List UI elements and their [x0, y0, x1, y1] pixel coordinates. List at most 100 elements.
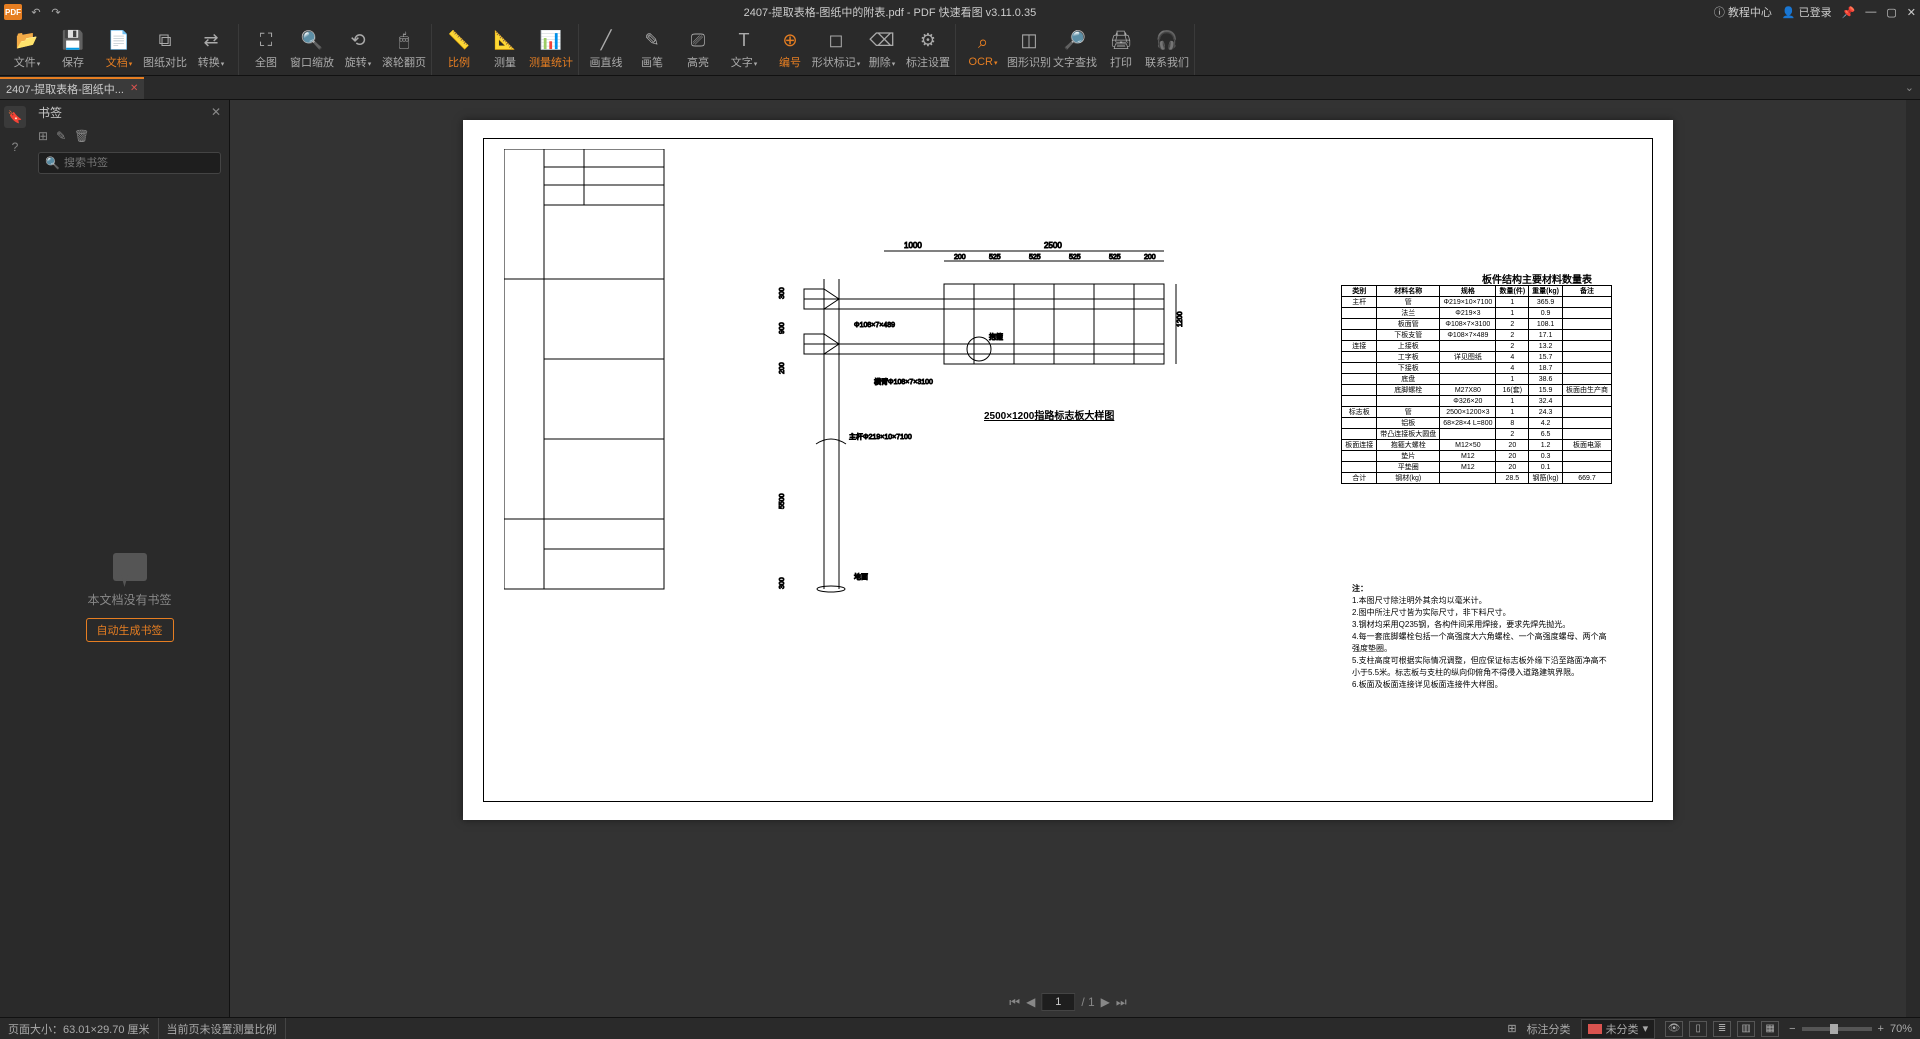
- svg-text:900: 900: [779, 322, 786, 334]
- doc-button[interactable]: 📄文档▾: [96, 24, 142, 75]
- drawing-title: 2500×1200指路标志板大样图: [984, 407, 1114, 422]
- graphic-rec-button[interactable]: ◫图形识别: [1006, 24, 1052, 75]
- svg-text:1200: 1200: [1177, 311, 1184, 327]
- bookmark-empty-icon: [113, 553, 147, 581]
- bookmark-panel-icon[interactable]: 🔖: [4, 106, 26, 128]
- svg-text:2500: 2500: [1044, 241, 1062, 250]
- main-toolbar: 📂文件▾ 💾保存 📄文档▾ ⧉图纸对比 ⇄转换▾ ⛶全图 🔍窗口缩放 ⟲旋转▾ …: [0, 24, 1920, 76]
- svg-text:200: 200: [1144, 254, 1156, 261]
- window-title: 2407-提取表格-图纸中的附表.pdf - PDF 快速看图 v3.11.0.…: [66, 4, 1714, 20]
- app-logo: PDF: [4, 4, 22, 20]
- svg-text:Φ108×7×489: Φ108×7×489: [854, 322, 895, 329]
- view-mode-continuous-icon[interactable]: ≣: [1713, 1021, 1731, 1037]
- bookmark-search-input[interactable]: [64, 157, 214, 169]
- file-button[interactable]: 📂文件▾: [4, 24, 50, 75]
- edit-bookmark-icon[interactable]: ✎: [56, 129, 66, 143]
- tab-close-icon[interactable]: ✕: [130, 83, 138, 94]
- view-mode-grid-icon[interactable]: ▦: [1761, 1021, 1779, 1037]
- page-total: / 1: [1081, 995, 1094, 1009]
- mark-class-label: 标注分类: [1527, 1021, 1571, 1037]
- help-panel-icon[interactable]: ?: [4, 136, 26, 158]
- pdf-viewer[interactable]: 1000 2500 200 525 525 525 525 200 1200 3…: [230, 100, 1906, 1017]
- fullscreen-button[interactable]: ⛶全图: [243, 24, 289, 75]
- close-icon[interactable]: ✕: [1907, 6, 1916, 19]
- svg-text:525: 525: [1029, 254, 1041, 261]
- scale-button[interactable]: 📏比例: [436, 24, 482, 75]
- convert-button[interactable]: ⇄转换▾: [188, 24, 234, 75]
- last-page-icon[interactable]: ⏭: [1116, 995, 1127, 1010]
- main-area: 🔖 ? 书签 ✕ ⊞ ✎ 🗑 🔍 本文档没有书签 自动生成书签: [0, 100, 1920, 1017]
- compare-button[interactable]: ⧉图纸对比: [142, 24, 188, 75]
- pin-icon[interactable]: 📌: [1842, 6, 1856, 19]
- document-tab[interactable]: 2407-提取表格-图纸中... ✕: [0, 77, 144, 99]
- next-page-icon[interactable]: ▶: [1101, 995, 1110, 1009]
- window-zoom-button[interactable]: 🔍窗口缩放: [289, 24, 335, 75]
- class-selector[interactable]: 未分类 ▾: [1581, 1019, 1656, 1039]
- svg-text:525: 525: [989, 254, 1001, 261]
- pen-button[interactable]: ✎画笔: [629, 24, 675, 75]
- svg-text:525: 525: [1069, 254, 1081, 261]
- search-icon: 🔍: [45, 156, 60, 170]
- svg-text:525: 525: [1109, 254, 1121, 261]
- number-button[interactable]: ⊕编号: [767, 24, 813, 75]
- delete-button[interactable]: ⌫删除▾: [859, 24, 905, 75]
- material-table: 类别材料名称规格数量(件)重量(kg)备注 主杆管Φ219×10×7100136…: [1341, 285, 1612, 484]
- svg-text:1000: 1000: [904, 241, 922, 250]
- save-button[interactable]: 💾保存: [50, 24, 96, 75]
- text-search-button[interactable]: 🔎文字查找: [1052, 24, 1098, 75]
- page-size-label: 页面大小：63.01×29.70 厘米: [0, 1018, 159, 1039]
- rotate-button[interactable]: ⟲旋转▾: [335, 24, 381, 75]
- mark-class-icon[interactable]: ⊞: [1507, 1022, 1516, 1035]
- help-center-link[interactable]: ⓘ 教程中心: [1714, 4, 1772, 20]
- ocr-button[interactable]: ⌕OCR▾: [960, 24, 1006, 75]
- prev-page-icon[interactable]: ◀: [1026, 995, 1035, 1009]
- contact-button[interactable]: 🎧联系我们: [1144, 24, 1190, 75]
- pdf-page: 1000 2500 200 525 525 525 525 200 1200 3…: [463, 120, 1673, 820]
- expand-tabs-icon[interactable]: ⌄: [1905, 81, 1914, 94]
- svg-text:200: 200: [779, 362, 786, 374]
- minimize-icon[interactable]: —: [1865, 6, 1876, 18]
- sidebar-title: 书签: [38, 104, 62, 121]
- bookmark-sidebar: 书签 ✕ ⊞ ✎ 🗑 🔍 本文档没有书签 自动生成书签: [30, 100, 230, 1017]
- tab-label: 2407-提取表格-图纸中...: [6, 81, 124, 97]
- zoom-control: − + 70%: [1789, 1023, 1912, 1035]
- drawing-notes: 注： 1.本图尺寸除注明外其余均以毫米计。2.图中所注尺寸皆为实际尺寸，非下料尺…: [1352, 583, 1612, 691]
- measure-stats-button[interactable]: 📊测量统计: [528, 24, 574, 75]
- svg-text:5500: 5500: [779, 493, 786, 509]
- zoom-in-icon[interactable]: +: [1878, 1023, 1884, 1035]
- scroll-button[interactable]: 🖱滚轮翻页: [381, 24, 427, 75]
- chevron-down-icon: ▾: [1643, 1022, 1649, 1035]
- zoom-slider[interactable]: [1802, 1027, 1872, 1031]
- zoom-out-icon[interactable]: −: [1789, 1023, 1795, 1035]
- login-status[interactable]: 👤 已登录: [1782, 4, 1832, 20]
- shape-mark-button[interactable]: ◻形状标记▾: [813, 24, 859, 75]
- view-mode-eye-icon[interactable]: 👁: [1665, 1021, 1683, 1037]
- svg-text:300: 300: [779, 577, 786, 589]
- sidebar-close-icon[interactable]: ✕: [211, 105, 221, 119]
- bookmark-search[interactable]: 🔍: [38, 152, 221, 174]
- text-button[interactable]: T文字▾: [721, 24, 767, 75]
- title-bar: PDF ↶ ↷ 2407-提取表格-图纸中的附表.pdf - PDF 快速看图 …: [0, 0, 1920, 24]
- first-page-icon[interactable]: ⏮: [1009, 995, 1020, 1010]
- line-button[interactable]: ╱画直线: [583, 24, 629, 75]
- mark-setting-button[interactable]: ⚙标注设置: [905, 24, 951, 75]
- svg-text:地面: 地面: [854, 572, 868, 581]
- redo-icon[interactable]: ↷: [46, 6, 66, 19]
- auto-bookmark-button[interactable]: 自动生成书签: [86, 618, 174, 642]
- class-color-swatch: [1588, 1024, 1602, 1034]
- view-mode-single-icon[interactable]: ▯: [1689, 1021, 1707, 1037]
- print-button[interactable]: 🖨打印: [1098, 24, 1144, 75]
- maximize-icon[interactable]: ▢: [1886, 6, 1896, 19]
- delete-bookmark-icon[interactable]: 🗑: [74, 129, 89, 143]
- measure-button[interactable]: 📐测量: [482, 24, 528, 75]
- view-mode-double-icon[interactable]: ▥: [1737, 1021, 1755, 1037]
- right-rail: [1906, 100, 1920, 1017]
- status-bar: 页面大小：63.01×29.70 厘米 当前页未设置测量比例 ⊞ 标注分类 未分…: [0, 1017, 1920, 1039]
- bookmark-empty-text: 本文档没有书签: [87, 591, 171, 608]
- add-bookmark-icon[interactable]: ⊞: [38, 129, 48, 143]
- page-input[interactable]: [1041, 993, 1075, 1011]
- undo-icon[interactable]: ↶: [26, 6, 46, 19]
- material-table-title: 板件结构主要材料数量表: [1482, 271, 1592, 286]
- highlight-button[interactable]: ⎚高亮: [675, 24, 721, 75]
- scale-status-label: 当前页未设置测量比例: [159, 1018, 286, 1039]
